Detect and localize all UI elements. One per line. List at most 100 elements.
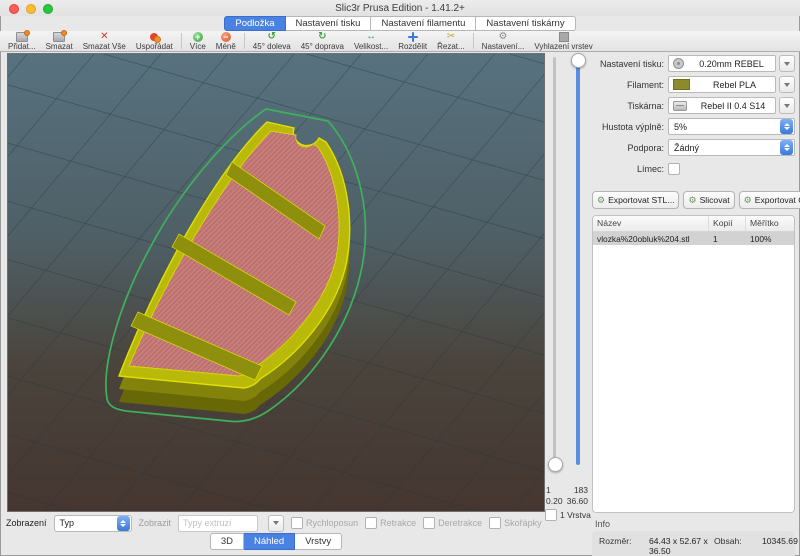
chevron-down-icon [273,521,279,525]
export-gcode-button[interactable]: Exportovat G-kód... [739,191,800,209]
info-title: Info [595,519,795,529]
extrusion-types-dropdown-button[interactable] [268,515,284,532]
layer-slider-bottom-track[interactable] [553,57,556,465]
tab-podlozka[interactable]: Podložka [224,16,285,31]
layer-slider-top-thumb[interactable] [571,53,586,68]
delete-button[interactable]: Smazat [41,31,78,51]
view-mode-label: Zobrazení [6,518,47,528]
filament-value: Rebel PLA [694,80,775,90]
tab-nastaveni-tisku[interactable]: Nastavení tisku [286,16,372,31]
checkbox-box [489,517,501,529]
add-button[interactable]: Přidat... [3,31,41,51]
printer-combo[interactable]: Rebel II 0.4 S14 [668,97,776,114]
delete-all-button[interactable]: Smazat Vše [78,31,131,51]
checkbox-skorapky[interactable]: Skořápky [489,517,542,529]
file-name-cell: vlozka%20obluk%204.stl [593,234,709,244]
object-settings-button[interactable]: Nastavení... [477,31,530,51]
infill-label: Hustota výplně: [592,122,664,132]
brim-label: Límec: [592,164,664,174]
tab-nastaveni-filamentu[interactable]: Nastavení filamentu [371,16,476,31]
scale-button[interactable]: Velikost... [349,31,393,51]
chevron-down-icon [784,83,790,87]
checkbox-deretrakce[interactable]: Deretrakce [423,517,482,529]
layer-smoothing-button[interactable]: Vyhlazení vrstev [529,31,597,51]
split-icon [408,32,418,42]
brim-checkbox[interactable] [668,163,680,175]
slice-button[interactable]: Slicovat [683,191,734,209]
printer-label: Tiskárna: [592,101,664,111]
3d-viewport[interactable] [7,53,545,512]
fewer-copies-button[interactable]: Méně [211,31,241,51]
support-select[interactable]: Žádný [668,139,795,156]
minus-icon [221,32,231,42]
column-kopii[interactable]: Kopií [709,216,746,231]
window-title: Slic3r Prusa Edition - 1.41.2+ [0,3,800,14]
dim-label: Rozměr: [599,536,649,556]
layer-slider-top-track[interactable] [576,57,580,465]
print-settings-dropdown-button[interactable] [779,55,795,72]
checkbox-box [365,517,377,529]
slice-icon [688,196,696,205]
object-list: Název Kopií Měřítko vlozka%20obluk%204.s… [592,215,795,513]
checkbox-rychloposun[interactable]: Rychloposun [291,517,358,529]
top-layer-number: 183 [574,485,588,495]
cut-button[interactable]: Řezat... [432,31,470,51]
volume-label: Obsah: [714,536,762,556]
view-tab-bar: 3D Náhled Vrstvy [0,533,552,550]
column-meritko[interactable]: Měřítko [746,216,794,231]
extrusion-types-input[interactable] [178,515,258,532]
rotate-left-button[interactable]: 45° doleva [248,31,296,51]
tab-vrstvy[interactable]: Vrstvy [295,533,342,550]
select-stepper-icon [780,119,793,134]
split-button[interactable]: Rozdělit [393,31,432,51]
checkbox-label: Retrakce [380,518,416,528]
print-settings-label: Nastavení tisku: [592,59,664,69]
rotate-right-icon [318,32,326,42]
arrange-button[interactable]: Uspořádat [131,31,178,51]
checkbox-box [423,517,435,529]
infill-select[interactable]: 5% [668,118,795,135]
bottom-layer-height: 0.20 [546,496,563,506]
top-layer-height: 36.60 [567,496,588,506]
checkbox-box [291,517,303,529]
app-window: Slic3r Prusa Edition - 1.41.2+ Podložka … [0,0,800,556]
tab-nastaveni-tiskarny[interactable]: Nastavení tiskárny [476,16,575,31]
export-stl-button[interactable]: Exportovat STL... [592,191,679,209]
filament-dropdown-button[interactable] [779,76,795,93]
chevron-down-icon [784,104,790,108]
gear-icon [499,32,508,42]
column-nazev[interactable]: Název [593,216,709,231]
settings-panel: Nastavení tisku: 0.20mm REBEL Filament: … [592,55,795,556]
printer-icon [673,101,687,111]
filament-combo[interactable]: Rebel PLA [668,76,776,93]
more-copies-button[interactable]: Více [185,31,211,51]
export-gcode-icon [744,196,752,205]
view-mode-select[interactable]: Typ [54,515,132,532]
checkbox-label: Rychloposun [306,518,358,528]
toolbar-separator [244,33,245,49]
print-settings-combo[interactable]: 0.20mm REBEL [668,55,776,72]
printer-dropdown-button[interactable] [779,97,795,114]
export-stl-icon [597,196,605,205]
plus-icon [193,32,203,42]
tab-3d[interactable]: 3D [210,533,244,550]
chevron-down-icon [784,62,790,66]
toolbar-separator [181,33,182,49]
toolbar-separator [473,33,474,49]
printer-value: Rebel II 0.4 S14 [691,101,775,111]
bottom-layer-number: 1 [546,485,551,495]
dim-value: 64.43 x 52.67 x 36.50 [649,536,714,556]
checkbox-retrakce[interactable]: Retrakce [365,517,416,529]
scale-icon [366,32,376,42]
infill-value: 5% [669,122,779,132]
delete-object-icon [53,32,65,42]
layer-slider-bottom-thumb[interactable] [548,457,563,472]
rotate-right-button[interactable]: 45° doprava [296,31,349,51]
tab-nahled[interactable]: Náhled [244,533,295,550]
select-stepper-icon [780,140,793,155]
object-list-header: Název Kopií Měřítko [593,216,794,232]
copies-cell: 1 [709,234,746,244]
table-row[interactable]: vlozka%20obluk%204.stl 1 100% [593,232,794,245]
layer-slider-area: 1 183 0.20 36.60 1 Vrstva [544,53,590,523]
print-settings-icon [673,58,684,69]
